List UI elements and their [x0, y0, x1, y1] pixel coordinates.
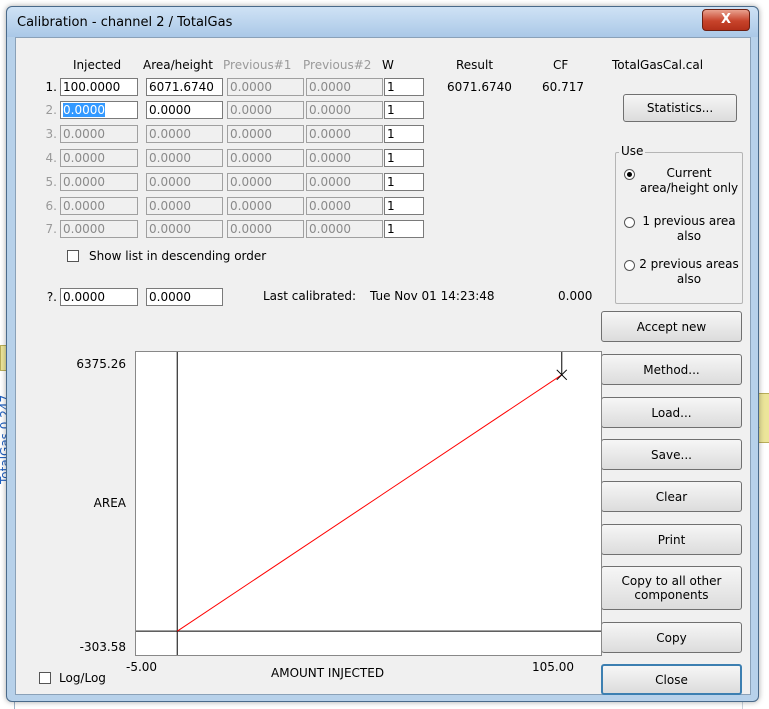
save-button[interactable]: Save... — [601, 439, 742, 470]
previous1-field: 0.0000 — [227, 78, 304, 96]
weight-field[interactable]: 1 — [384, 78, 424, 96]
last-calibrated-number: 0.000 — [558, 289, 593, 303]
previous2-field: 0.0000 — [306, 78, 383, 96]
result-value: 6071.6740 — [447, 80, 512, 94]
row-number: 3. — [45, 127, 57, 141]
dialog-title: Calibration - channel 2 / TotalGas — [17, 15, 233, 30]
x-axis-label: AMOUNT INJECTED — [271, 666, 385, 680]
previous2-field: 0.0000 — [306, 220, 383, 238]
previous1-field: 0.0000 — [227, 197, 304, 215]
injected-field: 0.0000 — [60, 125, 138, 143]
use-groupbox-legend: Use — [619, 144, 646, 158]
previous1-field: 0.0000 — [227, 220, 304, 238]
area-field: 0.0000 — [146, 220, 223, 238]
area-field: 0.0000 — [146, 173, 223, 191]
header-w: W — [382, 58, 394, 72]
weight-field[interactable]: 1 — [384, 101, 424, 119]
selected-text: 0.0000 — [63, 103, 105, 117]
close-window-button[interactable]: X — [702, 9, 750, 31]
header-file: TotalGasCal.cal — [612, 58, 704, 72]
injected-field: 0.0000 — [60, 149, 138, 167]
row-number: 5. — [45, 175, 57, 189]
weight-field[interactable]: 1 — [384, 197, 424, 215]
y-max-tick-label: 6375.26 — [76, 357, 126, 371]
current-only-label[interactable]: Current area/height only — [620, 166, 740, 196]
last-calibrated-label: Last calibrated: — [263, 289, 357, 303]
dialog-titlebar[interactable]: Calibration - channel 2 / TotalGas X — [7, 7, 758, 37]
close-button[interactable]: Close — [601, 664, 742, 695]
injected-field[interactable]: 100.0000 — [60, 78, 138, 96]
one-previous-label[interactable]: 1 previous area also — [620, 214, 740, 244]
area-field[interactable]: 0.0000 — [146, 101, 223, 119]
copy-to-all-button[interactable]: Copy to all other components — [601, 566, 742, 610]
query-row-number: ?. — [46, 290, 57, 304]
previous1-field: 0.0000 — [227, 173, 304, 191]
row-number: 1. — [45, 80, 57, 94]
log-log-checkbox[interactable] — [39, 672, 51, 684]
descending-order-checkbox[interactable] — [67, 250, 79, 262]
header-cf: CF — [553, 58, 569, 72]
area-field: 0.0000 — [146, 125, 223, 143]
weight-field[interactable]: 1 — [384, 125, 424, 143]
calibration-plot — [135, 351, 602, 656]
query-injected-field[interactable]: 0.0000 — [60, 288, 138, 306]
y-min-tick-label: -303.58 — [79, 640, 126, 654]
row-number: 2. — [45, 103, 57, 117]
injected-field[interactable]: 0.0000 — [60, 101, 138, 119]
area-field: 0.0000 — [146, 197, 223, 215]
accept-new-button[interactable]: Accept new — [601, 311, 742, 342]
statistics-button[interactable]: Statistics... — [623, 94, 737, 122]
load-button[interactable]: Load... — [601, 397, 742, 428]
descending-order-label: Show list in descending order — [89, 249, 267, 263]
weight-field[interactable]: 1 — [384, 173, 424, 191]
area-field: 0.0000 — [146, 149, 223, 167]
previous1-field: 0.0000 — [227, 149, 304, 167]
previous1-field: 0.0000 — [227, 101, 304, 119]
y-axis-label: AREA — [93, 496, 126, 510]
calibration-plot-svg — [136, 352, 601, 655]
dialog-client-area: Injected Area/height Previous#1 Previous… — [15, 37, 751, 695]
cf-value: 60.717 — [542, 80, 584, 94]
previous1-field: 0.0000 — [227, 125, 304, 143]
header-injected: Injected — [73, 58, 122, 72]
two-previous-label[interactable]: 2 previous areas also — [620, 257, 740, 287]
method-button[interactable]: Method... — [601, 354, 742, 385]
close-icon: X — [720, 12, 732, 27]
injected-field: 0.0000 — [60, 197, 138, 215]
calibration-dialog: Calibration - channel 2 / TotalGas X Inj… — [6, 6, 759, 702]
header-previous1: Previous#1 — [223, 58, 292, 72]
clear-button[interactable]: Clear — [601, 481, 742, 512]
injected-field: 0.0000 — [60, 220, 138, 238]
previous2-field: 0.0000 — [306, 173, 383, 191]
print-button[interactable]: Print — [601, 524, 742, 555]
previous2-field: 0.0000 — [306, 149, 383, 167]
last-calibrated-value: Tue Nov 01 14:23:48 — [370, 289, 495, 303]
header-area-height: Area/height — [143, 58, 213, 72]
header-previous2: Previous#2 — [303, 58, 372, 72]
previous2-field: 0.0000 — [306, 101, 383, 119]
weight-field[interactable]: 1 — [384, 220, 424, 238]
copy-button[interactable]: Copy — [601, 622, 742, 653]
log-log-label: Log/Log — [59, 671, 106, 685]
weight-field[interactable]: 1 — [384, 149, 424, 167]
x-min-tick-label: -5.00 — [126, 660, 158, 674]
row-number: 7. — [45, 222, 57, 236]
injected-field: 0.0000 — [60, 173, 138, 191]
query-area-field[interactable]: 0.0000 — [146, 288, 223, 306]
row-number: 4. — [45, 151, 57, 165]
x-max-tick-label: 105.00 — [532, 660, 574, 674]
calibration-line — [176, 374, 563, 632]
previous2-field: 0.0000 — [306, 197, 383, 215]
area-field[interactable]: 6071.6740 — [146, 78, 223, 96]
previous2-field: 0.0000 — [306, 125, 383, 143]
row-number: 6. — [45, 199, 57, 213]
header-result: Result — [456, 58, 494, 72]
